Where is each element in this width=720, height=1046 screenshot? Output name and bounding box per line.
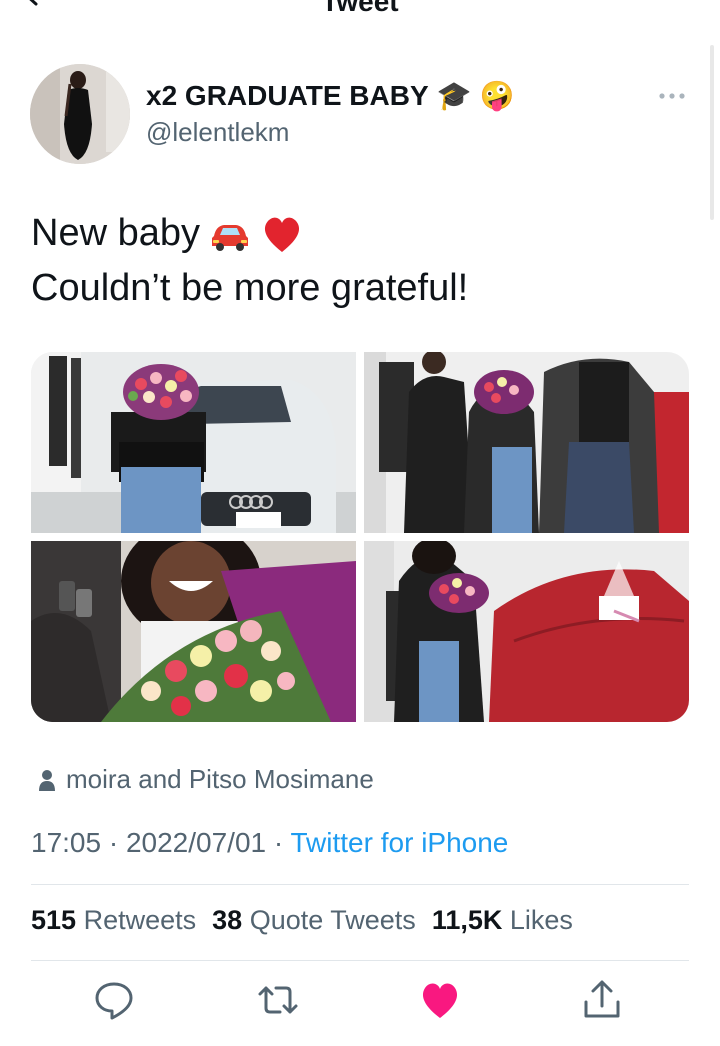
photo-woman-audi — [31, 352, 356, 533]
display-name-text: x2 GRADUATE BABY — [146, 80, 429, 111]
media-image-2[interactable] — [364, 352, 689, 533]
red-car-emoji-icon — [211, 224, 248, 251]
top-bar: Tweet — [0, 0, 720, 20]
page-title: Tweet — [321, 0, 399, 17]
share-icon[interactable] — [580, 978, 624, 1022]
reply-icon[interactable] — [92, 978, 136, 1022]
photo-keys-bouquet — [31, 541, 356, 722]
media-image-3[interactable] — [31, 541, 356, 722]
divider — [31, 884, 689, 885]
retweet-icon[interactable] — [256, 978, 300, 1022]
person-icon — [39, 769, 55, 791]
tweet-meta: 17:05 · 2022/07/01 · Twitter for iPhone — [31, 827, 508, 859]
tagged-names: moira and Pitso Mosimane — [66, 764, 374, 794]
user-handle[interactable]: @lelentlekm — [146, 117, 289, 148]
likes-stat[interactable]: 11,5K Likes — [432, 905, 573, 936]
tweet-line-2: Couldn’t be more grateful! — [31, 267, 469, 309]
media-image-4[interactable] — [364, 541, 689, 722]
retweets-stat[interactable]: 515 Retweets — [31, 905, 196, 936]
divider — [31, 960, 689, 961]
scrollbar[interactable] — [710, 45, 714, 220]
media-image-1[interactable] — [31, 352, 356, 533]
red-heart-emoji-icon — [264, 217, 300, 252]
tweet-text: New baby Couldn’t be more grateful! — [31, 206, 468, 316]
zany-face-emoji: 🤪 — [479, 80, 515, 111]
separator: · — [273, 827, 284, 858]
tagged-people[interactable]: moira and Pitso Mosimane — [38, 764, 374, 795]
tweet-source-link[interactable]: Twitter for iPhone — [291, 827, 509, 858]
avatar-image — [30, 64, 130, 164]
tweet-line-1: New baby — [31, 212, 200, 254]
photo-group — [364, 352, 689, 533]
avatar[interactable] — [30, 64, 130, 164]
tweet-date: 2022/07/01 — [125, 827, 267, 858]
quote-tweets-stat[interactable]: 38 Quote Tweets — [212, 905, 416, 936]
media-grid — [31, 352, 689, 722]
like-icon[interactable] — [418, 978, 462, 1022]
photo-covered-car — [364, 541, 689, 722]
more-options-icon[interactable] — [656, 86, 688, 106]
display-name[interactable]: x2 GRADUATE BABY 🎓 🤪 — [146, 80, 514, 112]
tweet-stats: 515 Retweets 38 Quote Tweets 11,5K Likes — [31, 905, 573, 936]
tweet-time: 17:05 — [31, 827, 102, 858]
separator: · — [108, 827, 119, 858]
action-bar — [0, 978, 720, 1028]
graduation-cap-emoji: 🎓 — [436, 80, 472, 111]
